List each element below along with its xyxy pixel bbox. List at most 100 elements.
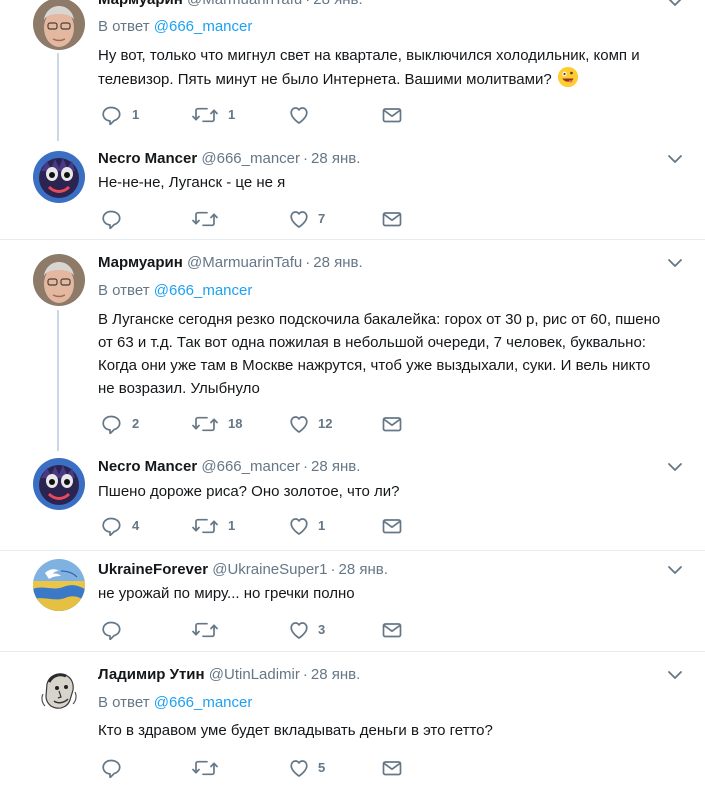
separator-dot: · <box>303 150 309 167</box>
retweet-icon <box>192 757 218 779</box>
reply-icon <box>100 208 122 230</box>
reply-icon <box>100 515 122 537</box>
avatar[interactable] <box>33 458 85 510</box>
avatar[interactable] <box>33 559 85 611</box>
chevron-down-icon[interactable] <box>667 562 683 578</box>
author-handle[interactable]: @MarmuarinTafu <box>187 254 302 271</box>
timestamp[interactable]: 28 янв. <box>311 458 360 475</box>
heart-icon <box>288 619 310 641</box>
like-count: 1 <box>318 518 326 533</box>
reply-count: 2 <box>132 416 140 431</box>
separator-dot: · <box>305 254 311 271</box>
chevron-down-icon[interactable] <box>667 255 683 271</box>
tweet-text-content: не урожай по миру... но гречки полно <box>98 585 355 602</box>
retweet-icon <box>192 619 218 641</box>
tweet-text-content: Не-не-не, Луганск - це не я <box>98 174 286 191</box>
author-handle[interactable]: @666_mancer <box>201 458 300 475</box>
avatar[interactable] <box>33 0 85 50</box>
separator-dot: · <box>303 458 309 475</box>
tweet-text-content: Кто в здравом уме будет вкладывать деньг… <box>98 722 493 739</box>
timestamp[interactable]: 28 янв. <box>311 666 360 683</box>
chevron-down-icon[interactable] <box>667 667 683 683</box>
retweet-count: 18 <box>228 416 243 431</box>
reply-count: 4 <box>132 518 140 533</box>
thread-line <box>57 310 59 451</box>
heart-icon <box>288 208 310 230</box>
heart-icon <box>288 515 310 537</box>
heart-icon <box>288 413 310 435</box>
separator-dot: · <box>302 666 308 683</box>
like-count: 12 <box>318 416 333 431</box>
retweet-icon <box>192 208 218 230</box>
reply-count: 1 <box>132 107 140 122</box>
reply-icon <box>100 413 122 435</box>
tweet-header: Мармуарин @MarmuarinTafu·28 янв. <box>98 0 675 10</box>
author-name[interactable]: Мармуарин <box>98 254 183 271</box>
reply-context: В ответ @666_mancer <box>98 693 252 713</box>
like-count: 5 <box>318 760 326 775</box>
author-name[interactable]: UkraineForever <box>98 561 208 578</box>
tweet-header: Necro Mancer @666_mancer · 28 янв. <box>98 149 675 169</box>
avatar[interactable] <box>33 151 85 203</box>
reply-mention[interactable]: @666_mancer <box>154 694 253 711</box>
author-handle[interactable]: @UkraineSuper1 <box>212 561 327 578</box>
retweet-icon <box>192 413 218 435</box>
envelope-icon <box>381 413 403 435</box>
chevron-down-icon[interactable] <box>667 151 683 167</box>
timestamp[interactable]: 28 янв. <box>313 0 362 8</box>
author-handle[interactable]: @666_mancer <box>201 150 300 167</box>
envelope-icon <box>381 208 403 230</box>
tweet-text: не урожай по миру... но гречки полно <box>98 582 671 605</box>
tweet-text: Кто в здравом уме будет вкладывать деньг… <box>98 719 671 742</box>
reply-icon <box>100 619 122 641</box>
tweet[interactable]: UkraineForever @UkraineSuper1 · 28 янв. не… <box>0 551 705 651</box>
envelope-icon <box>381 619 403 641</box>
separator-dot: · <box>330 561 336 578</box>
tweet-header: UkraineForever @UkraineSuper1 · 28 янв. <box>98 560 675 580</box>
author-name[interactable]: Necro Mancer <box>98 150 197 167</box>
reply-mention[interactable]: @666_mancer <box>154 18 253 35</box>
chevron-down-icon[interactable] <box>667 459 683 475</box>
tweet[interactable]: Мармуарин @MarmuarinTafu·28 янв. В ответ… <box>0 240 705 451</box>
tweet-text-content: В Луганске сегодня резко подскочила бака… <box>98 311 661 397</box>
author-name[interactable]: Мармуарин <box>98 0 183 8</box>
retweet-count: 1 <box>228 518 236 533</box>
author-name[interactable]: Ладимир Утин <box>98 666 205 683</box>
chevron-down-icon[interactable] <box>667 0 683 10</box>
author-name[interactable]: Necro Mancer <box>98 458 197 475</box>
timestamp[interactable]: 28 янв. <box>339 561 388 578</box>
like-count: 7 <box>318 211 326 226</box>
tweet[interactable]: Ладимир Утин @UtinLadimir · 28 янв. В отве… <box>0 652 705 785</box>
author-handle[interactable]: @MarmuarinTafu <box>187 0 302 8</box>
timestamp[interactable]: 28 янв. <box>313 254 362 271</box>
tweet[interactable]: Мармуарин @MarmuarinTafu·28 янв. В ответ… <box>0 0 705 144</box>
like-count: 3 <box>318 622 326 637</box>
retweet-icon <box>192 515 218 537</box>
separator-dot: · <box>305 0 310 8</box>
tweet-text-content: Пшено дороже риса? Оно золотое, что ли? <box>98 483 400 500</box>
tweet-header: Мармуарин @MarmuarinTafu·28 янв. <box>98 253 675 273</box>
zany-face-emoji <box>557 67 578 87</box>
thread-line <box>57 53 59 141</box>
retweet-count: 1 <box>228 107 236 122</box>
heart-icon <box>288 104 310 126</box>
tweet[interactable]: Necro Mancer @666_mancer · 28 янв. Пшено д… <box>0 449 705 550</box>
envelope-icon <box>381 757 403 779</box>
avatar[interactable] <box>33 664 85 716</box>
avatar[interactable] <box>33 254 85 306</box>
reply-icon <box>100 104 122 126</box>
reply-icon <box>100 757 122 779</box>
tweet-text: Не-не-не, Луганск - це не я <box>98 171 671 194</box>
tweet-text: Ну вот, только что мигнул свет на кварта… <box>98 44 671 91</box>
tweet-text: Пшено дороже риса? Оно золотое, что ли? <box>98 480 671 503</box>
reply-label: В ответ <box>98 282 150 299</box>
heart-icon <box>288 757 310 779</box>
tweet[interactable]: Necro Mancer @666_mancer · 28 янв. Не-не-н… <box>0 144 705 239</box>
tweet-header: Necro Mancer @666_mancer · 28 янв. <box>98 457 675 477</box>
envelope-icon <box>381 515 403 537</box>
reply-label: В ответ <box>98 694 150 711</box>
envelope-icon <box>381 104 403 126</box>
reply-mention[interactable]: @666_mancer <box>154 282 253 299</box>
author-handle[interactable]: @UtinLadimir <box>209 666 300 683</box>
timestamp[interactable]: 28 янв. <box>311 150 360 167</box>
